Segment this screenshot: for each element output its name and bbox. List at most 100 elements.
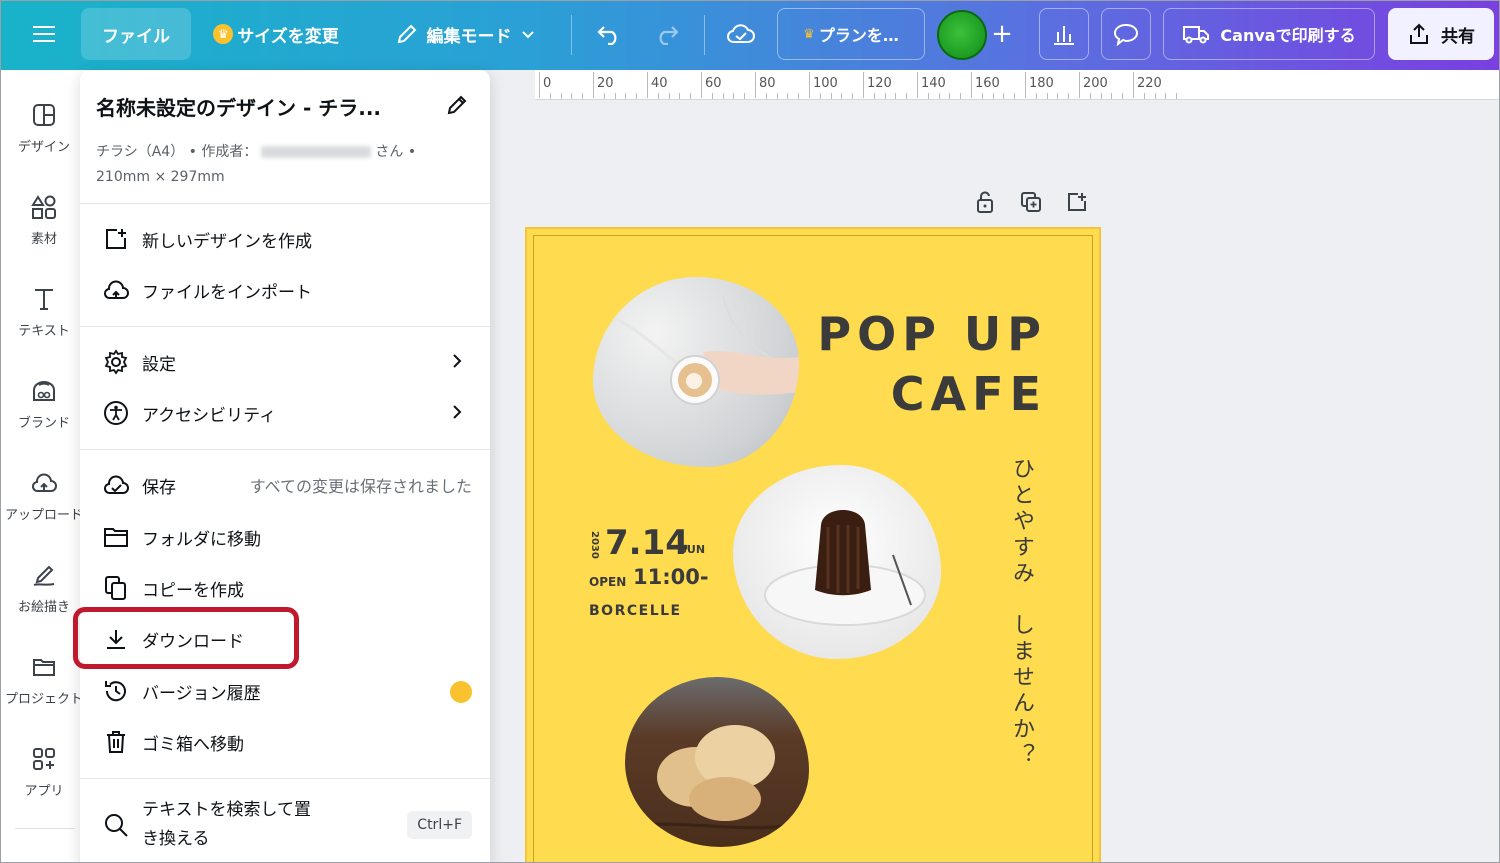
user-avatar[interactable] (937, 10, 987, 60)
menu-item-version-history[interactable]: バージョン履歴 (102, 671, 472, 711)
sidebar-item-elements[interactable]: 素材 (1, 192, 87, 247)
sidebar-item-label: お絵描き (17, 600, 70, 615)
ruler-minor-tick (668, 93, 670, 99)
ruler-minor-tick (1122, 93, 1124, 99)
ruler-major-tick (971, 72, 972, 98)
bar-chart-icon (1054, 26, 1074, 45)
menu-item-save[interactable]: 保存 すべての変更は保存されました (102, 465, 472, 505)
menu-item-label: 保存 (142, 477, 176, 498)
ruler-minor-tick (776, 93, 778, 99)
toolbar-divider (571, 15, 572, 55)
ruler-minor-tick (549, 93, 551, 99)
ruler-tick-label: 0 (543, 76, 552, 91)
sidebar-item-brand[interactable]: ブランド (1, 376, 87, 431)
lock-page-button[interactable] (973, 190, 997, 214)
resize-button[interactable]: ♛ サイズを変更 (201, 8, 351, 60)
chevron-right-icon (453, 405, 462, 419)
menu-divider (80, 326, 490, 327)
menu-item-make-copy[interactable]: コピーを作成 (102, 568, 472, 608)
ruler-minor-tick (614, 93, 616, 99)
plan-button[interactable]: ♛ プランを… (777, 8, 925, 60)
meta-prefix: チラシ（A4） • 作成者： (96, 144, 258, 160)
sidebar-item-apps[interactable]: アプリ (1, 744, 87, 799)
menu-item-new-design[interactable]: 新しいデザインを作成 (102, 219, 472, 259)
ruler-minor-tick (733, 93, 735, 99)
ruler-minor-tick (949, 93, 951, 99)
sidebar-item-text[interactable]: テキスト (1, 284, 87, 339)
undo-button[interactable] (587, 8, 631, 60)
save-status-button[interactable] (719, 8, 763, 60)
vertical-tagline[interactable]: ひとやすみ しませんか？ (1005, 457, 1037, 787)
menu-item-find-replace[interactable]: テキストを検索して置 き換える Ctrl+F (102, 795, 472, 855)
design-title: 名称未設定のデザイン - チラ... (96, 96, 382, 120)
add-page-button[interactable] (1065, 190, 1089, 214)
event-year: 2030 (589, 531, 600, 559)
ruler-major-tick (1133, 72, 1134, 98)
edit-mode-dropdown[interactable]: 編集モード (379, 8, 551, 60)
ruler-minor-tick (1176, 93, 1178, 99)
menu-divider (80, 203, 490, 204)
find-replace-line-2: き換える (142, 829, 210, 849)
ruler-minor-tick (927, 93, 929, 99)
duplicate-icon (1021, 192, 1041, 212)
sidebar-item-upload[interactable]: アップロード (1, 468, 87, 523)
elements-icon (31, 195, 56, 219)
menu-item-settings[interactable]: 設定 (102, 342, 472, 382)
redo-button[interactable] (645, 8, 689, 60)
ruler-tick-label: 20 (597, 76, 614, 91)
ruler-major-tick (809, 72, 810, 98)
share-button[interactable]: 共有 (1388, 8, 1494, 60)
rename-design-button[interactable] (442, 90, 472, 120)
plan-label: プランを… (818, 26, 899, 45)
menu-item-label: 設定 (142, 354, 176, 375)
upload-icon (31, 473, 57, 492)
ruler-minor-tick (830, 93, 832, 99)
meta-size: 210mm × 297mm (96, 169, 225, 185)
title-line-2[interactable]: CAFE (891, 367, 1047, 421)
add-collaborator-button[interactable]: + (983, 8, 1021, 60)
trash-icon (107, 731, 125, 753)
design-page[interactable]: POP UP CAFE ひとやすみ しませんか？ 2030 7.14 SUN O… (525, 227, 1101, 862)
save-status-text: すべての変更は保存されました (249, 477, 472, 496)
print-with-canva-button[interactable]: Canvaで印刷する (1163, 8, 1375, 60)
design-meta: チラシ（A4） • 作成者： さん • 210mm × 297mm (96, 140, 456, 190)
app-window: ファイル ♛ サイズを変更 編集モード ♛ プランを… + Canvaで印刷する… (0, 0, 1500, 863)
duplicate-page-button[interactable] (1019, 190, 1043, 214)
project-icon (33, 659, 55, 676)
sidebar-item-label: ブランド (17, 416, 70, 431)
sidebar-item-design[interactable]: デザイン (1, 100, 87, 155)
ruler-major-tick (863, 72, 864, 98)
event-info[interactable]: 2030 7.14 SUN OPEN 11:00- BORCELLE (589, 523, 709, 619)
menu-item-move-folder[interactable]: フォルダに移動 (102, 517, 472, 557)
ruler-minor-tick (852, 93, 854, 99)
menu-divider (80, 778, 490, 779)
lock-icon (977, 191, 993, 213)
menu-item-accessibility[interactable]: アクセシビリティ (102, 393, 472, 433)
file-menu-button[interactable]: ファイル (81, 8, 191, 60)
coffee-photo[interactable] (593, 277, 799, 467)
sidebar-item-label: アップロード (4, 508, 83, 523)
ruler-minor-tick (992, 93, 994, 99)
brand-icon (33, 381, 55, 401)
open-time: 11:00- (633, 565, 709, 589)
menu-item-trash[interactable]: ゴミ箱へ移動 (102, 722, 472, 762)
sidebar-divider (15, 828, 75, 829)
sidebar-item-label: テキスト (18, 324, 70, 339)
ruler-minor-tick (582, 93, 584, 99)
left-sidebar: デザイン 素材 テキスト ブランド アップロード お絵描き プロジェクト アプリ (1, 70, 87, 862)
edit-mode-label: 編集モード (426, 26, 512, 47)
comments-button[interactable] (1101, 8, 1151, 60)
file-menu-label: ファイル (102, 26, 170, 47)
insights-button[interactable] (1039, 8, 1089, 60)
venue-name: BORCELLE (589, 603, 682, 619)
ruler-major-tick (1025, 72, 1026, 98)
title-line-1[interactable]: POP UP (817, 307, 1047, 361)
menu-item-label: アクセシビリティ (142, 405, 277, 426)
menu-item-import-file[interactable]: ファイルをインポート (102, 270, 472, 310)
ruler-minor-tick (765, 93, 767, 99)
ruler-minor-tick (1046, 93, 1048, 99)
crown-icon: ♛ (213, 24, 234, 44)
sidebar-item-draw[interactable]: お絵描き (1, 560, 87, 615)
new-design-icon (106, 229, 126, 249)
hamburger-menu-button[interactable] (23, 8, 65, 60)
